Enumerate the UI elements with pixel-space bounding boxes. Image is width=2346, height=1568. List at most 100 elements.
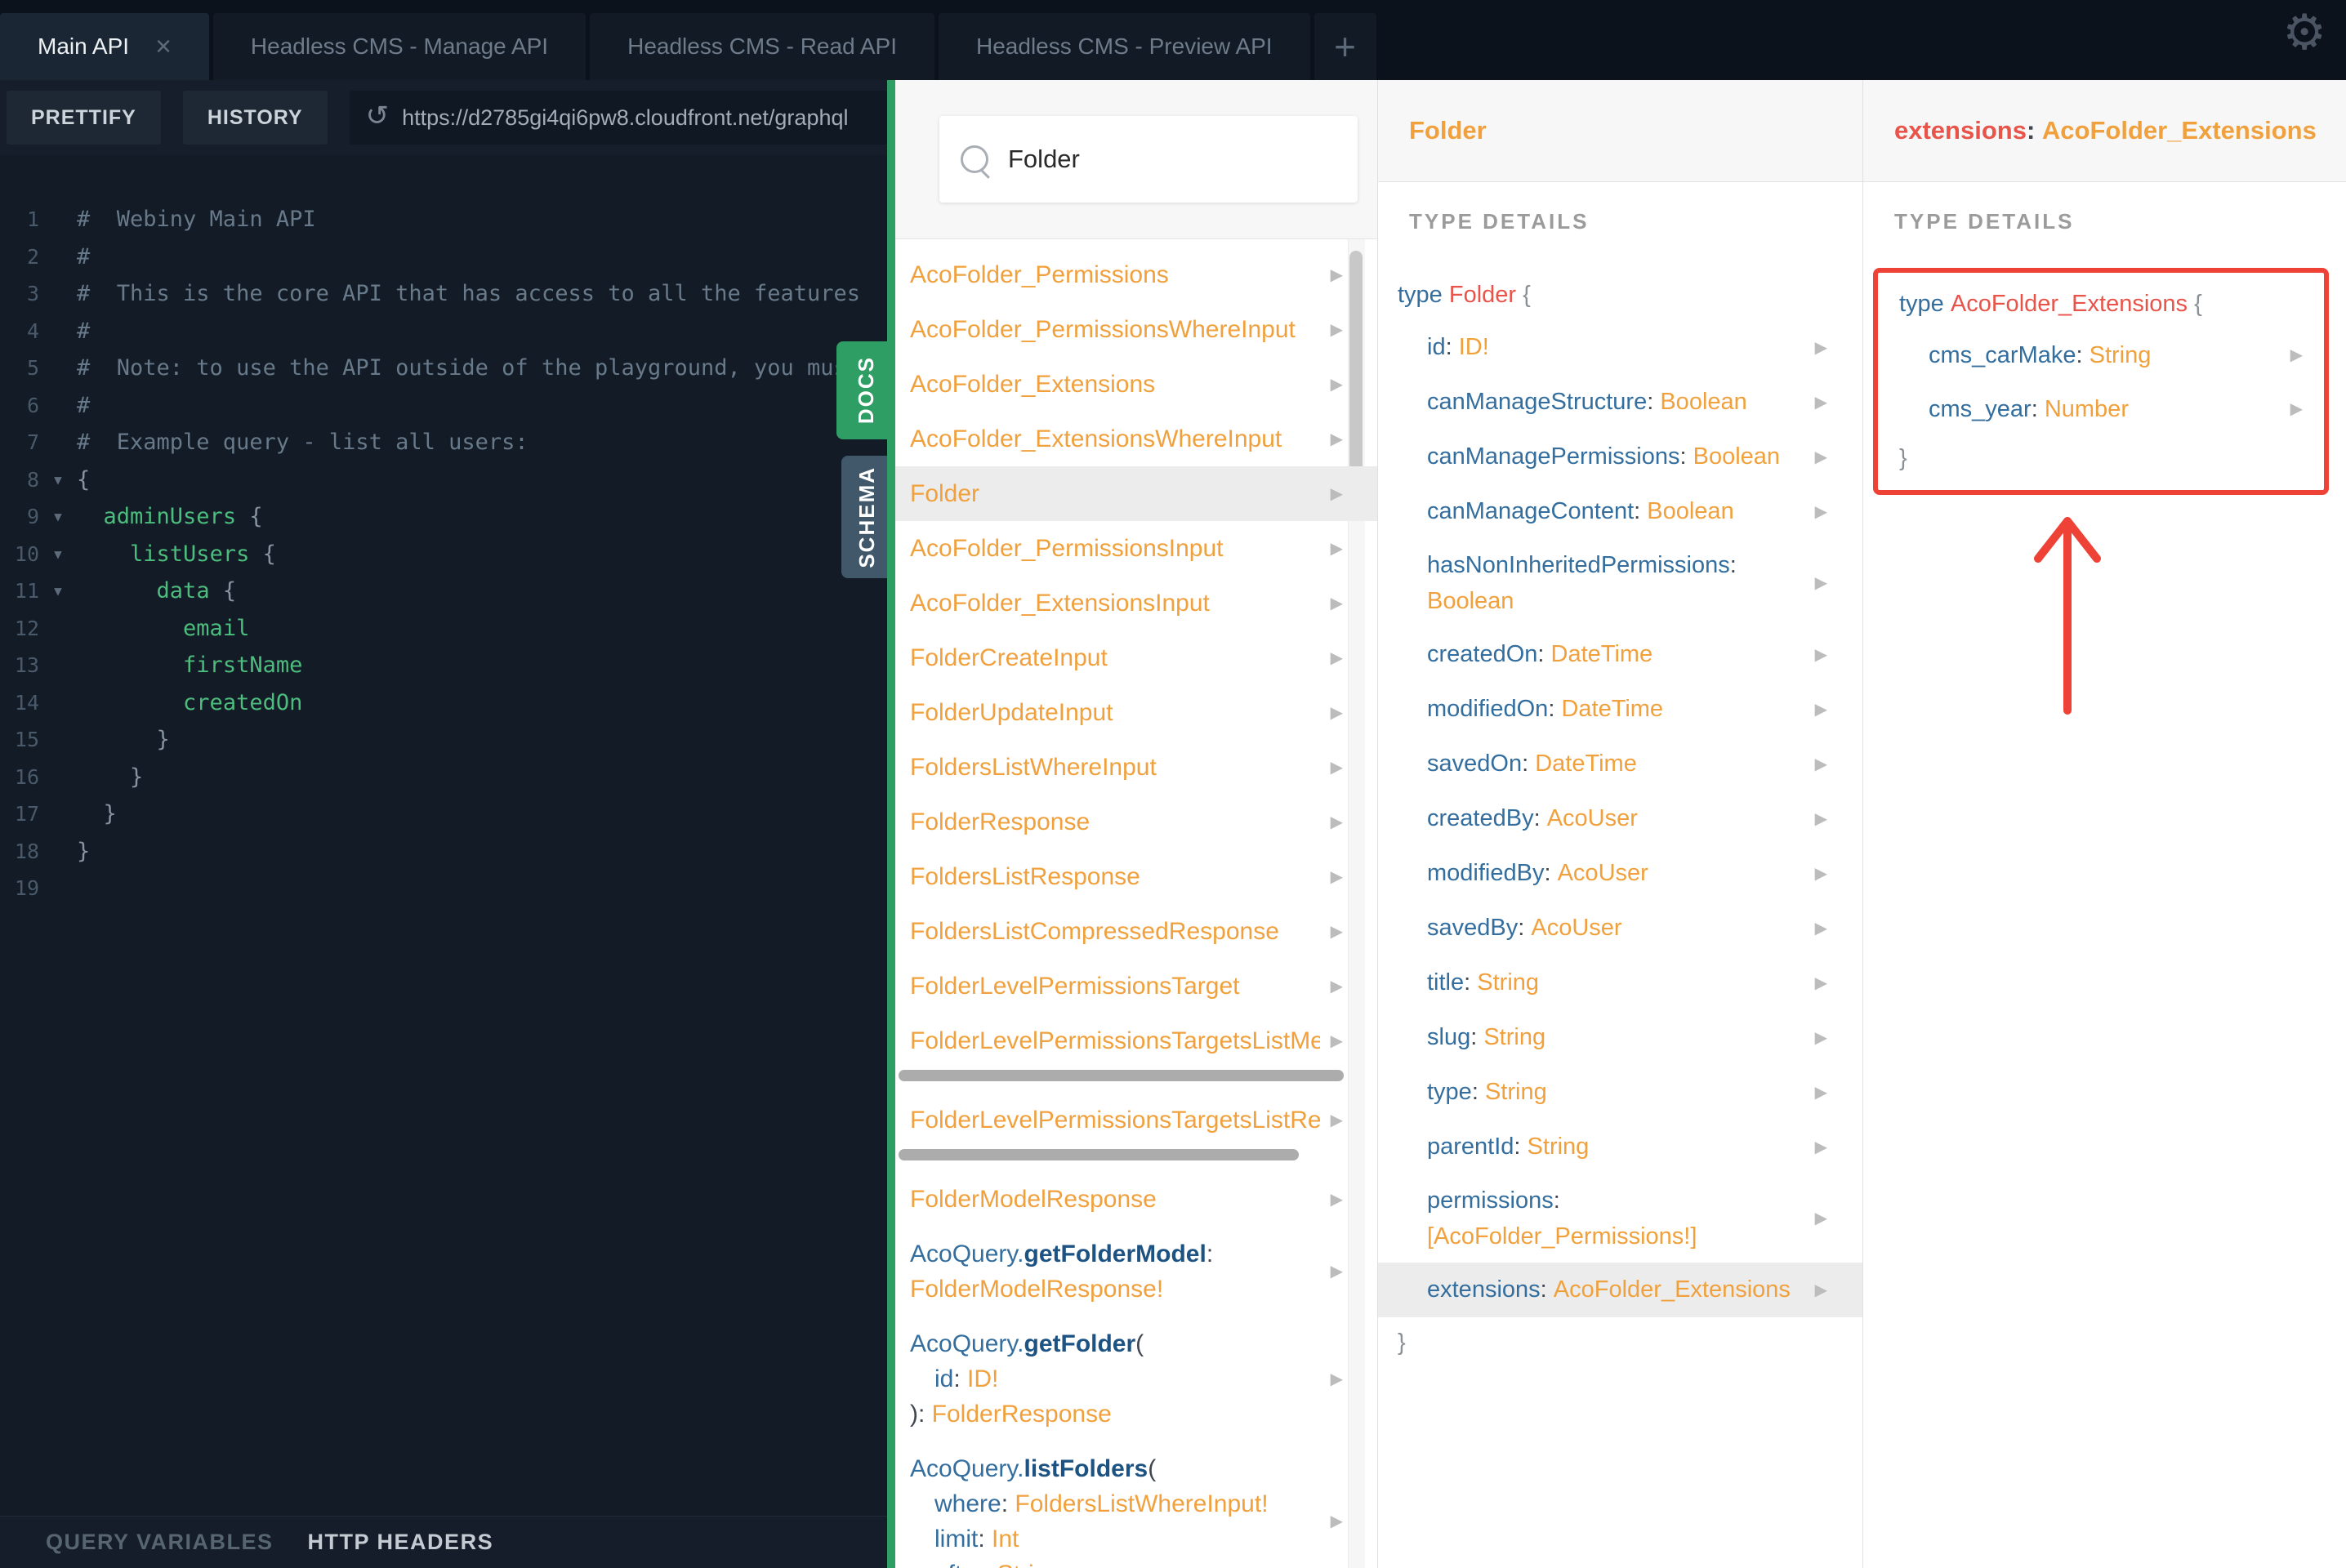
- type-field-cms_carMake[interactable]: cms_carMake: String ▶: [1878, 328, 2324, 382]
- type-field-id[interactable]: id: ID! ▶: [1378, 320, 1863, 375]
- editor-line[interactable]: 17 }: [0, 795, 887, 833]
- type-field-canManageContent[interactable]: canManageContent: Boolean ▶: [1378, 484, 1863, 539]
- editor-line[interactable]: 8 ▼ {: [0, 461, 887, 499]
- editor-line[interactable]: 6 #: [0, 387, 887, 425]
- chevron-right-icon: ▶: [1814, 502, 1827, 521]
- docs-side-tab-label: DOCS: [853, 356, 878, 425]
- docs-search-box[interactable]: [939, 116, 1358, 203]
- tab-headless-cms-manage-api[interactable]: Headless CMS - Manage API: [212, 13, 586, 80]
- code-text: email: [77, 616, 249, 641]
- text-segment: [77, 616, 183, 641]
- docs-list-item[interactable]: FolderLevelPermissionsTarget ▶: [895, 959, 1377, 1013]
- type-field-modifiedOn[interactable]: modifiedOn: DateTime ▶: [1378, 682, 1863, 737]
- close-icon[interactable]: ×: [155, 33, 172, 60]
- tab-headless-cms-read-api[interactable]: Headless CMS - Read API: [590, 13, 935, 80]
- type-field-parentId[interactable]: parentId: String ▶: [1378, 1120, 1863, 1174]
- editor-line[interactable]: 18}: [0, 833, 887, 871]
- search-input[interactable]: [1006, 144, 1336, 175]
- tab-headless-cms-preview-api[interactable]: Headless CMS - Preview API: [939, 13, 1310, 80]
- editor-line[interactable]: 3 # This is the core API that has access …: [0, 275, 887, 313]
- editor-line[interactable]: 12 email: [0, 610, 887, 648]
- line-number: 16: [14, 764, 39, 789]
- endpoint-input[interactable]: ↺ https://d2785gi4qi6pw8.cloudfront.net/…: [349, 91, 887, 145]
- chevron-right-icon: ▶: [1330, 594, 1343, 612]
- text-segment: }: [77, 727, 170, 753]
- type-field-slug[interactable]: slug: String ▶: [1378, 1010, 1863, 1065]
- docs-list-item[interactable]: FolderLevelPermissionsTargetsListRespo ▶: [895, 1093, 1377, 1147]
- docs-list-item[interactable]: Folder ▶: [895, 466, 1377, 521]
- type-field-canManagePermissions[interactable]: canManagePermissions: Boolean ▶: [1378, 430, 1863, 484]
- text-segment: Int: [992, 1526, 1019, 1552]
- text-segment: [77, 653, 183, 678]
- docs-list-item[interactable]: FolderLevelPermissionsTargetsListMeta ▶: [895, 1013, 1377, 1068]
- text-segment: {: [236, 504, 263, 530]
- type-field-canManageStructure[interactable]: canManageStructure: Boolean ▶: [1378, 375, 1863, 430]
- docs-list-item[interactable]: FoldersListCompressedResponse ▶: [895, 904, 1377, 959]
- query-variables-tab[interactable]: QUERY VARIABLES: [46, 1530, 274, 1555]
- type-field-modifiedBy[interactable]: modifiedBy: AcoUser ▶: [1378, 846, 1863, 901]
- horizontal-scrollbar[interactable]: [899, 1070, 1344, 1081]
- editor-line[interactable]: 11 ▼ data {: [0, 572, 887, 610]
- query-editor[interactable]: 1 # Webiny Main API 2 #3 # This is the core …: [0, 155, 887, 1516]
- editor-line[interactable]: 13 firstName: [0, 647, 887, 684]
- docs-list-item[interactable]: AcoQuery.getFolder(id: ID!): FolderRespo…: [895, 1316, 1377, 1441]
- horizontal-scrollbar[interactable]: [899, 1149, 1299, 1160]
- editor-line[interactable]: 19: [0, 870, 887, 907]
- editor-line[interactable]: 10 ▼ listUsers {: [0, 536, 887, 573]
- type-field-savedBy[interactable]: savedBy: AcoUser ▶: [1378, 901, 1863, 956]
- docs-item-line: id: ID!: [910, 1361, 1320, 1396]
- type-field-type[interactable]: type: String ▶: [1378, 1065, 1863, 1120]
- editor-line[interactable]: 4 #: [0, 313, 887, 350]
- docs-list-item[interactable]: FoldersListResponse ▶: [895, 849, 1377, 904]
- text-segment: AcoFolder_ExtensionsWhereInput: [910, 425, 1282, 452]
- docs-item-line: FolderCreateInput: [910, 640, 1320, 675]
- http-headers-tab[interactable]: HTTP HEADERS: [308, 1530, 494, 1555]
- docs-list-item[interactable]: FoldersListWhereInput ▶: [895, 740, 1377, 795]
- docs-list-item[interactable]: AcoFolder_PermissionsWhereInput ▶: [895, 302, 1377, 357]
- settings-gear-icon[interactable]: ⚙: [2282, 8, 2326, 57]
- editor-line[interactable]: 16 }: [0, 759, 887, 796]
- docs-search-header: [895, 80, 1377, 239]
- docs-list-item[interactable]: FolderModelResponse ▶: [895, 1172, 1377, 1227]
- editor-line[interactable]: 5 # Note: to use the API outside of the p…: [0, 350, 887, 387]
- docs-list-item[interactable]: FolderCreateInput ▶: [895, 630, 1377, 685]
- type-field-hasNonInheritedPermissions[interactable]: hasNonInheritedPermissions: Boolean ▶: [1378, 539, 1863, 627]
- pane-divider[interactable]: [887, 80, 895, 1568]
- type-field-createdBy[interactable]: createdBy: AcoUser ▶: [1378, 791, 1863, 846]
- type-field-createdOn[interactable]: createdOn: DateTime ▶: [1378, 627, 1863, 682]
- text-segment: FoldersListResponse: [910, 863, 1140, 890]
- type-field-permissions[interactable]: permissions: [AcoFolder_Permissions!] ▶: [1378, 1174, 1863, 1263]
- docs-list-item[interactable]: AcoQuery.getFolderModel: FolderModelRespo…: [895, 1227, 1377, 1316]
- text-segment: :: [1553, 1187, 1560, 1214]
- docs-list-item[interactable]: AcoFolder_ExtensionsInput ▶: [895, 576, 1377, 630]
- type-field-extensions[interactable]: extensions: AcoFolder_Extensions ▶: [1378, 1263, 1863, 1317]
- reload-schema-icon[interactable]: ↺: [366, 102, 390, 130]
- docs-list-item[interactable]: FolderResponse ▶: [895, 795, 1377, 849]
- type-field-title[interactable]: title: String ▶: [1378, 956, 1863, 1010]
- docs-list-item[interactable]: AcoQuery.listFolders(where: FoldersListW…: [895, 1441, 1377, 1568]
- line-number: 12: [14, 616, 39, 640]
- prettify-button[interactable]: PRETTIFY: [7, 91, 161, 145]
- docs-list-item[interactable]: AcoFolder_Permissions ▶: [895, 247, 1377, 302]
- history-button[interactable]: HISTORY: [182, 91, 328, 145]
- type-field-savedOn[interactable]: savedOn: DateTime ▶: [1378, 737, 1863, 791]
- docs-side-tab[interactable]: DOCS: [836, 341, 895, 439]
- docs-list-item[interactable]: FolderUpdateInput ▶: [895, 685, 1377, 740]
- editor-line[interactable]: 7 # Example query - list all users:: [0, 424, 887, 461]
- docs-list-item[interactable]: AcoFolder_ExtensionsWhereInput ▶: [895, 412, 1377, 466]
- line-number: 10: [14, 541, 39, 566]
- editor-line[interactable]: 14 createdOn: [0, 684, 887, 722]
- tab-main-api[interactable]: Main API ×: [0, 13, 209, 80]
- editor-line[interactable]: 2 #: [0, 238, 887, 276]
- editor-line[interactable]: 1 # Webiny Main API: [0, 201, 887, 238]
- chevron-right-icon: ▶: [1814, 393, 1827, 412]
- editor-line[interactable]: 9 ▼ adminUsers {: [0, 498, 887, 536]
- add-tab-button[interactable]: +: [1313, 13, 1376, 80]
- docs-list-item[interactable]: AcoFolder_Extensions ▶: [895, 357, 1377, 412]
- type-field-cms_year[interactable]: cms_year: Number ▶: [1878, 382, 2324, 436]
- text-segment: [77, 541, 130, 567]
- schema-side-tab[interactable]: SCHEMA: [841, 456, 892, 578]
- code-text: adminUsers {: [77, 504, 263, 529]
- docs-list-item[interactable]: AcoFolder_PermissionsInput ▶: [895, 521, 1377, 576]
- editor-line[interactable]: 15 }: [0, 721, 887, 759]
